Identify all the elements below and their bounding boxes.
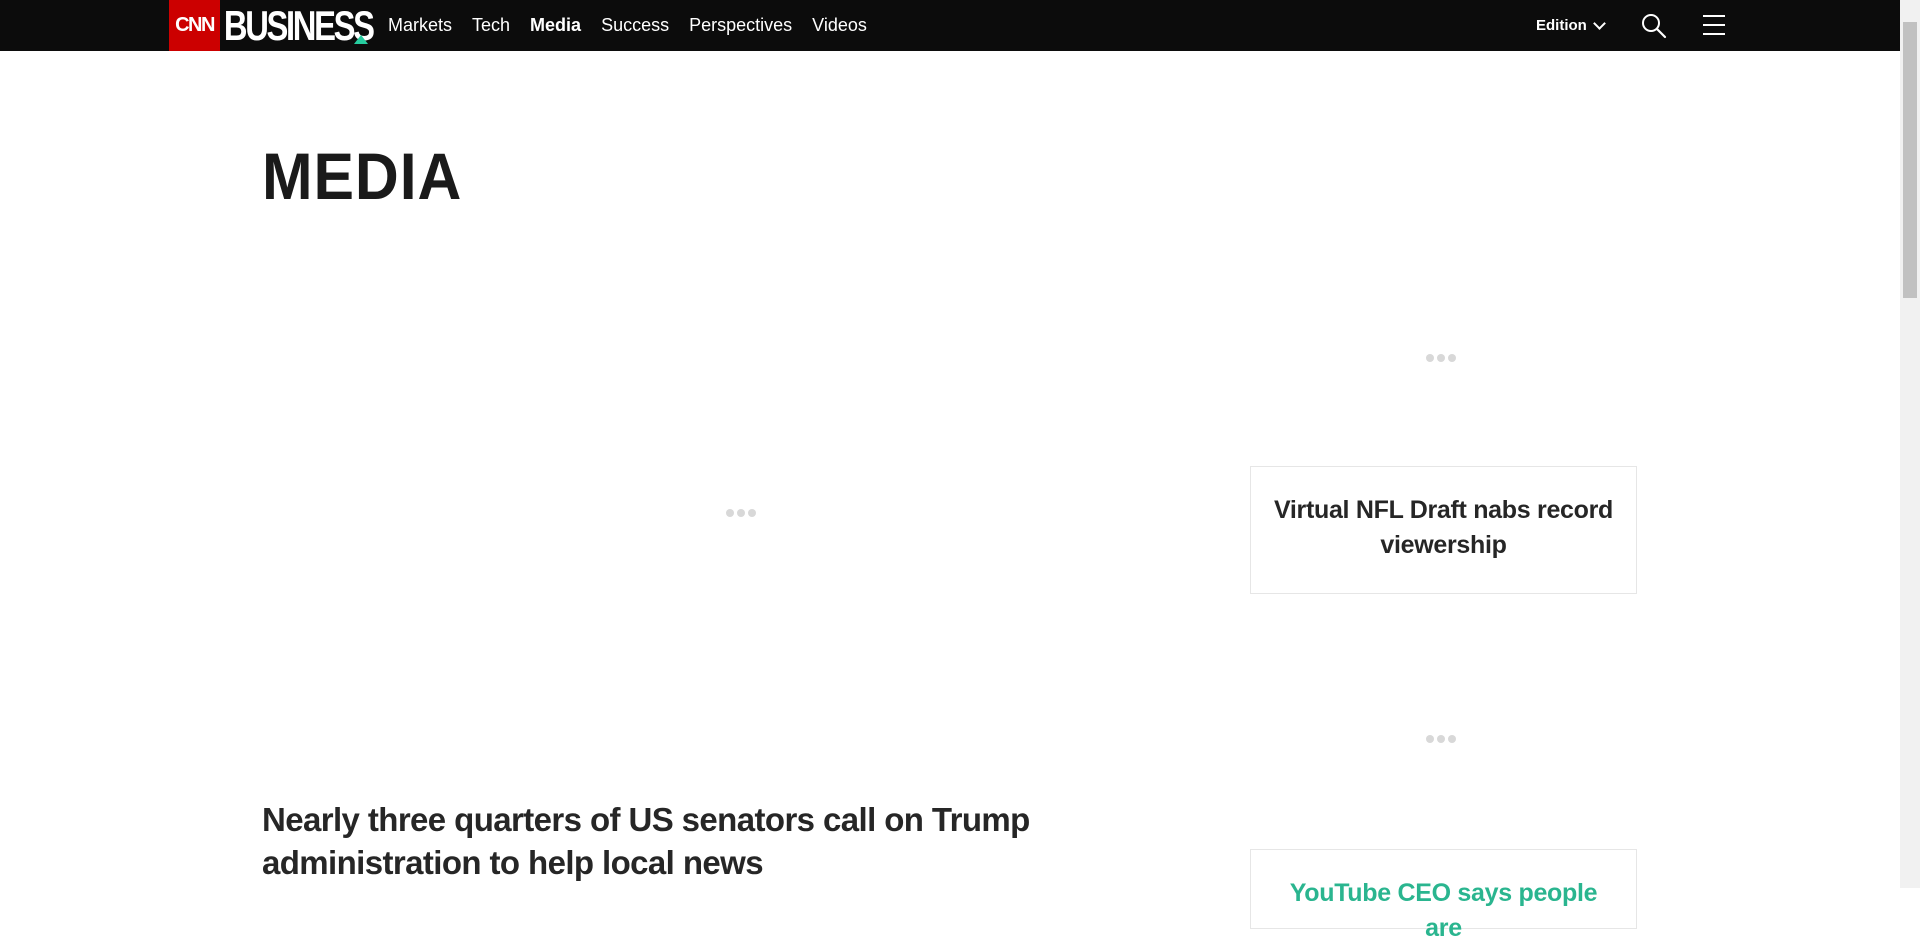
loading-indicator-side-1 — [1426, 354, 1456, 362]
loading-dot — [726, 509, 734, 517]
nav-videos[interactable]: Videos — [812, 15, 867, 36]
nav-success[interactable]: Success — [601, 15, 669, 36]
loading-dot — [748, 509, 756, 517]
loading-dot — [1426, 735, 1434, 743]
page-title: MEDIA — [262, 139, 463, 213]
loading-dot — [737, 509, 745, 517]
nav-markets[interactable]: Markets — [388, 15, 452, 36]
search-icon — [1642, 14, 1667, 39]
edition-label: Edition — [1536, 17, 1587, 34]
loading-dot — [1448, 735, 1456, 743]
side-story-card[interactable]: YouTube CEO says people are — [1250, 849, 1637, 942]
chevron-down-icon — [1592, 16, 1606, 30]
logo-accent-triangle-icon — [354, 35, 368, 44]
cnn-logo: CNN — [169, 0, 220, 51]
loading-indicator-side-2 — [1426, 735, 1456, 743]
business-wordmark: BUSINESS — [223, 2, 375, 49]
search-button[interactable] — [1640, 12, 1668, 40]
page-scrollbar[interactable] — [1900, 0, 1920, 888]
loading-dot — [1448, 354, 1456, 362]
top-nav-bar: CNN BUSINESS Markets Tech Media Success … — [0, 0, 1900, 51]
loading-dot — [1437, 735, 1445, 743]
nav-perspectives[interactable]: Perspectives — [689, 15, 792, 36]
loading-dot — [1437, 354, 1445, 362]
nav-tech[interactable]: Tech — [472, 15, 510, 36]
side-story-title: YouTube CEO says people are — [1289, 879, 1598, 942]
hamburger-menu-icon — [1703, 15, 1725, 35]
loading-indicator-main — [726, 509, 756, 517]
side-story-card[interactable]: Virtual NFL Draft nabs record viewership — [1250, 466, 1637, 594]
nav-media[interactable]: Media — [530, 15, 581, 36]
scrollbar-thumb[interactable] — [1903, 22, 1917, 298]
main-nav: Markets Tech Media Success Perspectives … — [388, 0, 867, 51]
side-story-title: Virtual NFL Draft nabs record viewership — [1273, 496, 1614, 559]
edition-selector[interactable]: Edition — [1536, 0, 1606, 51]
loading-dot — [1426, 354, 1434, 362]
main-story-headline[interactable]: Nearly three quarters of US senators cal… — [262, 798, 1212, 884]
menu-button[interactable] — [1702, 13, 1726, 37]
